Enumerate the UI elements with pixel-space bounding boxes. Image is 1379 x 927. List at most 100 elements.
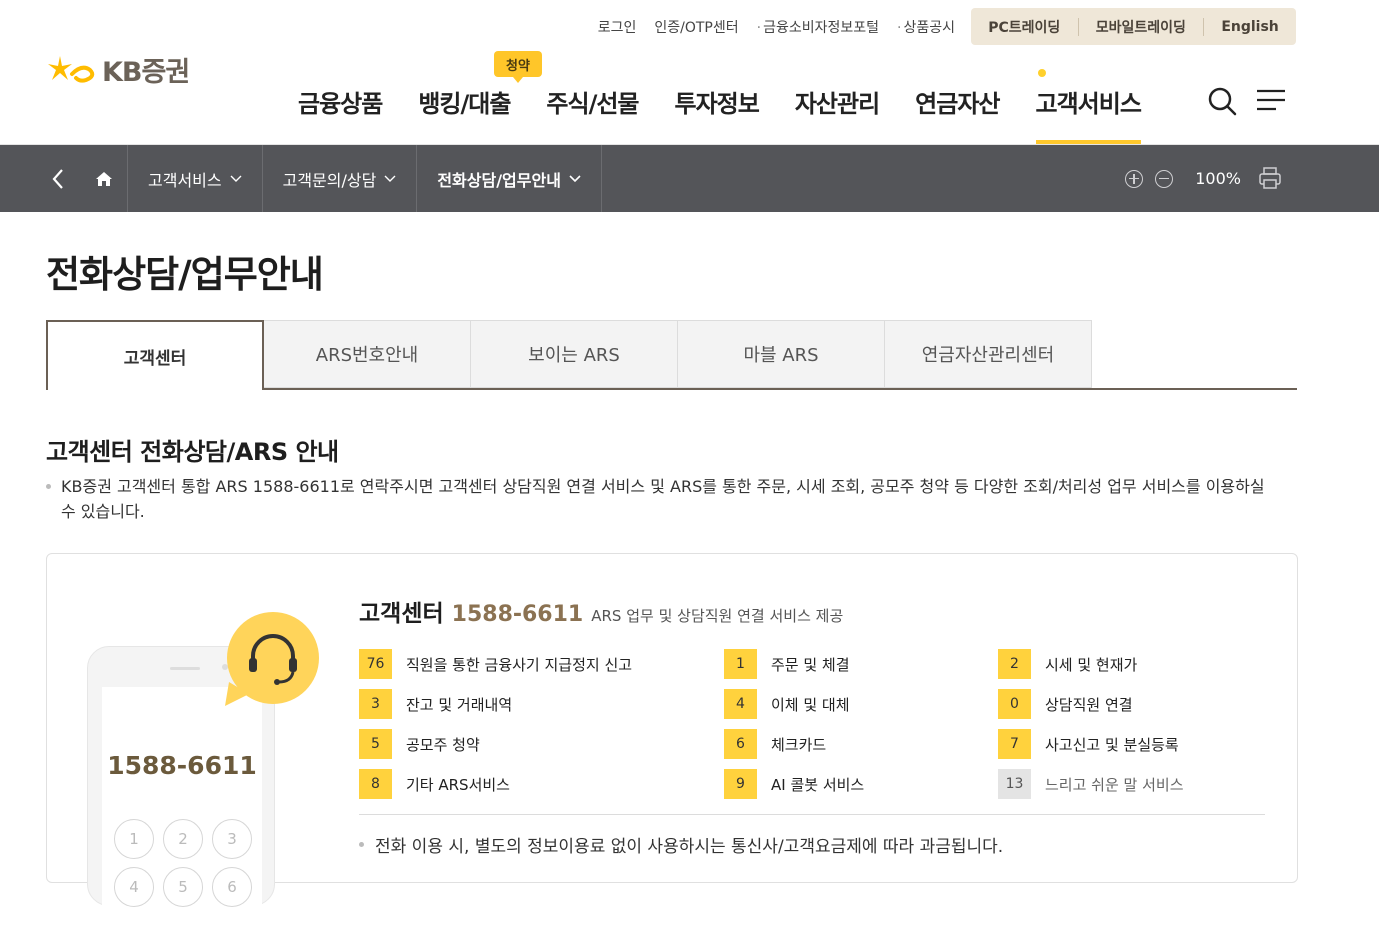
menu-label: 이체 및 대체 — [771, 695, 850, 714]
phone-screen: 1588-6611 1 2 3 4 5 6 — [102, 687, 262, 927]
menu-label: 느리고 쉬운 말 서비스 — [1045, 775, 1184, 794]
menu-number: 8 — [359, 769, 392, 799]
card-header: 고객센터 1588-6611 ARS 업무 및 상담직원 연결 서비스 제공 — [359, 594, 843, 628]
headset-bubble-icon — [225, 612, 319, 706]
search-icon[interactable] — [1207, 86, 1237, 116]
content-tabs: 고객센터 ARS번호안내 보이는 ARS 마블 ARS 연금자산관리센터 — [46, 320, 1297, 390]
nav-pension-assets[interactable]: 연금자산 — [915, 84, 1000, 144]
zoom-controls: 100% — [1125, 145, 1275, 212]
brand-name: KB증권 — [102, 57, 190, 88]
ars-menu-grid: 76 직원을 통한 금융사기 지급정지 신고 1 주문 및 체결 2 시세 및 현재가… — [359, 644, 1269, 804]
menu-label: 직원을 통한 금융사기 지급정지 신고 — [406, 655, 633, 674]
card-title: 고객센터 — [359, 601, 444, 627]
menu-number: 7 — [998, 729, 1031, 759]
menu-number: 9 — [724, 769, 757, 799]
menu-number: 0 — [998, 689, 1031, 719]
chevron-down-icon — [230, 175, 242, 182]
bullet-dot: · — [897, 20, 902, 36]
utility-links: 로그인 인증/OTP센터 · 금융소비자정보포털 · 상품공시 — [598, 17, 955, 37]
customer-center-card: 1588-6611 1 2 3 4 5 6 고객센터 1588-6611 ARS… — [46, 553, 1298, 927]
product-disclosure-item: · 상품공시 — [897, 17, 955, 37]
kb-star-logo-icon — [48, 55, 95, 83]
breadcrumb-phone-consult[interactable]: 전화상담/업무안내 — [416, 145, 602, 212]
section-title: 고객센터 전화상담/ARS 안내 — [46, 438, 339, 466]
mobile-trading-link[interactable]: 모바일트레이딩 — [1096, 17, 1186, 37]
print-icon[interactable] — [1258, 166, 1282, 190]
list-item: 2 시세 및 현재가 — [998, 649, 1268, 679]
consumer-portal-link[interactable]: 금융소비자정보포털 — [763, 20, 879, 36]
nav-banking-loan[interactable]: 뱅킹/대출 — [418, 84, 511, 144]
list-item: 0 상담직원 연결 — [998, 689, 1268, 719]
page-title: 전화상담/업무안내 — [46, 253, 324, 296]
menu-label: 공모주 청약 — [406, 735, 480, 754]
menu-label: 주문 및 체결 — [771, 655, 850, 674]
product-disclosure-link[interactable]: 상품공시 — [903, 20, 955, 36]
breadcrumb-customer-service[interactable]: 고객서비스 — [127, 145, 262, 212]
menu-label: 상담직원 연결 — [1045, 695, 1133, 714]
hamburger-menu-icon[interactable] — [1256, 88, 1286, 112]
subscription-badge: 청약 — [494, 51, 542, 83]
list-item: 6 체크카드 — [724, 729, 998, 759]
menu-number: 76 — [359, 649, 392, 679]
keypad-key: 2 — [163, 819, 203, 859]
list-item: 13 느리고 쉬운 말 서비스 — [998, 769, 1268, 799]
keypad-key: 6 — [212, 867, 252, 907]
nav-stock-futures[interactable]: 주식/선물 — [546, 84, 639, 144]
list-item: 7 사고신고 및 분실등록 — [998, 729, 1268, 759]
tab-marvel-ars[interactable]: 마블 ARS — [678, 320, 885, 388]
pc-trading-link[interactable]: PC트레이딩 — [988, 17, 1060, 37]
menu-label: 사고신고 및 분실등록 — [1045, 735, 1179, 754]
menu-number: 6 — [724, 729, 757, 759]
menu-number: 13 — [998, 769, 1031, 799]
site-header: KB증권 로그인 인증/OTP센터 · 금융소비자정보포털 · 상품공시 PC트레이… — [0, 0, 1379, 145]
menu-number: 1 — [724, 649, 757, 679]
breadcrumb-label: 전화상담/업무안내 — [437, 170, 561, 190]
menu-number: 2 — [998, 649, 1031, 679]
home-button[interactable] — [80, 145, 127, 212]
home-icon — [95, 171, 112, 186]
zoom-level: 100% — [1195, 169, 1241, 188]
tab-visible-ars[interactable]: 보이는 ARS — [471, 320, 678, 388]
breadcrumb-label: 고객문의/상담 — [282, 170, 377, 190]
list-item: 1 주문 및 체결 — [724, 649, 998, 679]
location-bar: 고객서비스 고객문의/상담 전화상담/업무안내 100% — [0, 145, 1379, 212]
keypad-key: 3 — [212, 819, 252, 859]
keypad-key: 1 — [114, 819, 154, 859]
nav-investment-info[interactable]: 투자정보 — [675, 84, 760, 144]
menu-label: 체크카드 — [771, 735, 827, 754]
list-item: 9 AI 콜봇 서비스 — [724, 769, 998, 799]
tab-pension-center[interactable]: 연금자산관리센터 — [885, 320, 1092, 388]
section-description: KB증권 고객센터 통합 ARS 1588-6611로 연락주시면 고객센터 상… — [46, 474, 1276, 524]
chevron-left-icon — [52, 168, 63, 189]
chevron-down-icon — [569, 174, 581, 182]
card-phone-number: 1588-6611 — [451, 602, 584, 627]
menu-row: 5 공모주 청약 6 체크카드 7 사고신고 및 분실등록 — [359, 724, 1269, 764]
card-divider — [359, 814, 1265, 815]
nav-customer-service[interactable]: 고객서비스 — [1035, 69, 1142, 144]
main-nav: 금융상품 뱅킹/대출 주식/선물 투자정보 자산관리 연금자산 고객서비스 — [298, 69, 1177, 144]
menu-number: 4 — [724, 689, 757, 719]
otp-center-link[interactable]: 인증/OTP센터 — [654, 17, 738, 37]
tab-ars-numbers[interactable]: ARS번호안내 — [264, 320, 471, 388]
menu-number: 5 — [359, 729, 392, 759]
back-button[interactable] — [0, 145, 80, 212]
zoom-in-icon[interactable] — [1125, 169, 1144, 188]
list-item: 8 기타 ARS서비스 — [359, 769, 724, 799]
kb-logo[interactable]: KB증권 — [46, 50, 190, 89]
english-link[interactable]: English — [1221, 19, 1278, 35]
nav-asset-management[interactable]: 자산관리 — [795, 84, 880, 144]
menu-label: 잔고 및 거래내역 — [406, 695, 513, 714]
divider — [1077, 17, 1079, 36]
tab-customer-center[interactable]: 고객센터 — [46, 320, 264, 390]
phone-display-number: 1588-6611 — [107, 751, 257, 780]
keypad-key: 5 — [163, 867, 203, 907]
breadcrumb-inquiry[interactable]: 고객문의/상담 — [261, 145, 417, 212]
nav-financial-products[interactable]: 금융상품 — [298, 84, 383, 144]
login-link[interactable]: 로그인 — [598, 17, 637, 37]
chevron-down-icon — [384, 175, 396, 182]
menu-number: 3 — [359, 689, 392, 719]
zoom-out-icon[interactable] — [1155, 169, 1174, 188]
menu-row: 3 잔고 및 거래내역 4 이체 및 대체 0 상담직원 연결 — [359, 684, 1269, 724]
phone-speaker — [170, 667, 200, 670]
menu-label: AI 콜봇 서비스 — [771, 775, 865, 794]
